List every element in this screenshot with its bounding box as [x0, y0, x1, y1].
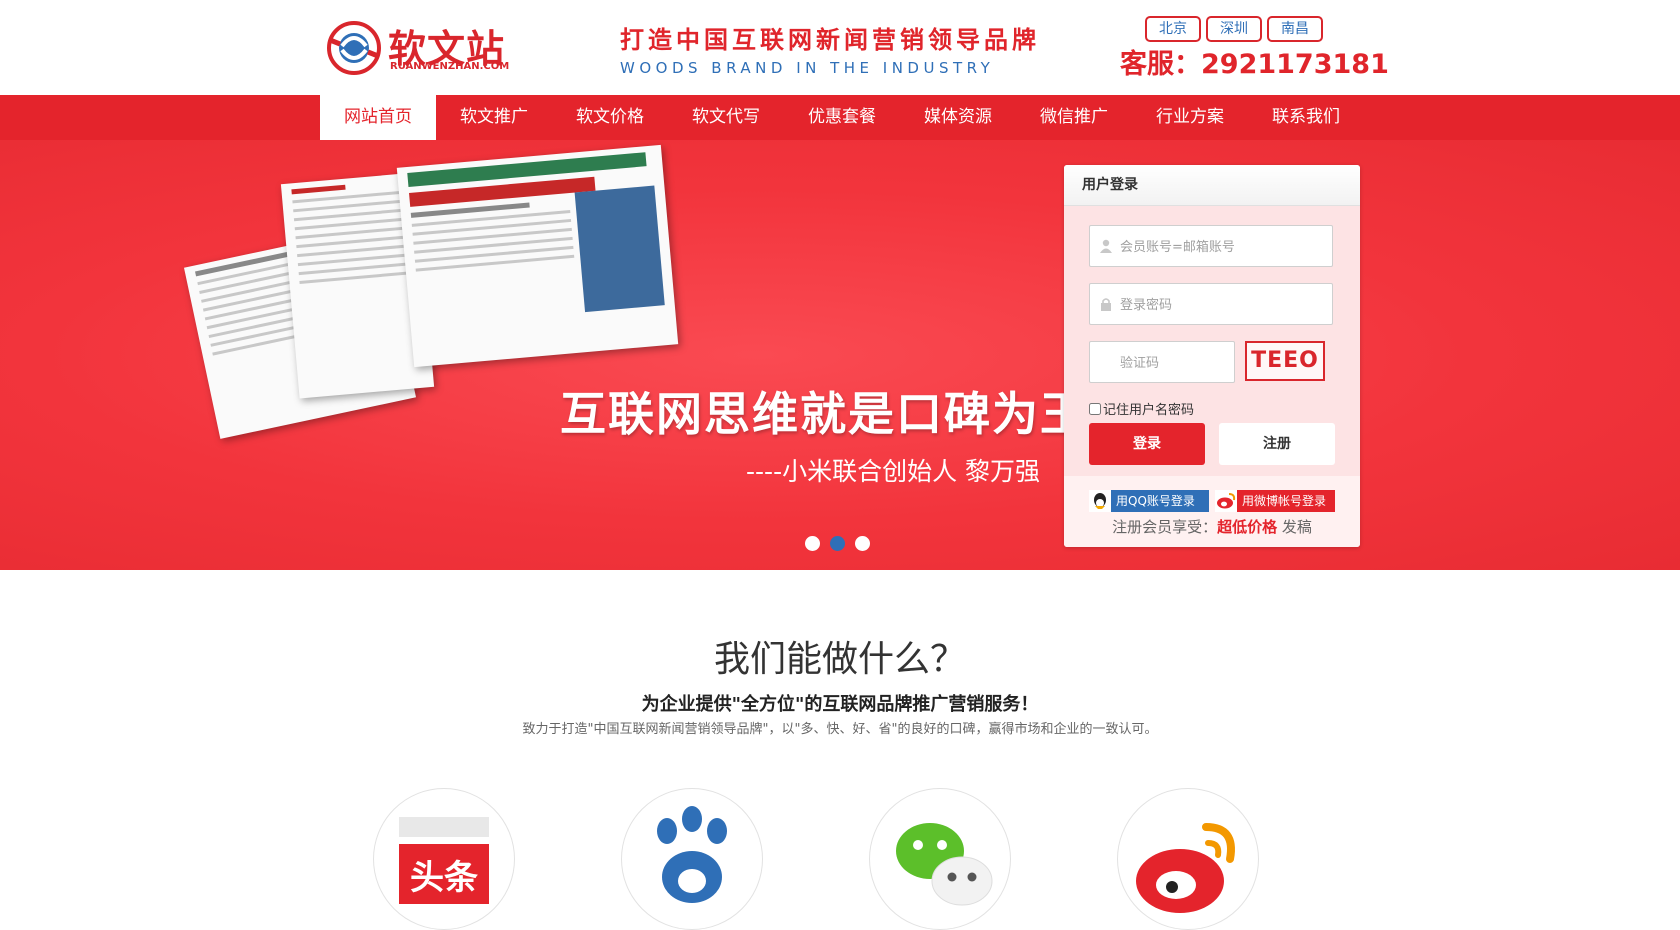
weibo-login-label: 用微博帐号登录 — [1242, 494, 1327, 508]
login-title: 用户登录 — [1064, 165, 1360, 206]
login-panel: 用户登录 TEEO 记住用户名密码 登录 注册 用QQ账号登录 用微博帐号登录 — [1064, 165, 1360, 547]
nav-item-home[interactable]: 网站首页 — [320, 95, 436, 140]
remember-checkbox[interactable] — [1089, 402, 1101, 415]
city-shenzhen[interactable]: 深圳 — [1206, 16, 1262, 42]
promo-suffix: 发稿 — [1277, 518, 1312, 536]
services-title: 我们能做什么？ — [713, 639, 966, 680]
promo-highlight: 超低价格 — [1217, 518, 1278, 536]
service-wechat[interactable] — [869, 788, 1011, 930]
customer-service-hotline: 客服：2921173181 — [1120, 49, 1389, 80]
services-description: 致力于打造"中国互联网新闻营销领导品牌"，以"多、快、好、省"的良好的口碑，赢得… — [522, 722, 1158, 737]
services-subtitle: 为企业提供"全方位"的互联网品牌推广营销服务！ — [641, 694, 1039, 715]
slogan: 打造中国互联网新闻营销领导品牌 WOODS BRAND IN THE INDUS… — [620, 20, 1040, 77]
username-input[interactable] — [1118, 226, 1327, 268]
slogan-english: WOODS BRAND IN THE INDUSTRY — [620, 59, 995, 77]
service-baidu[interactable] — [621, 788, 763, 930]
hero-banner[interactable]: 互联网思维就是口碑为王 ----小米联合创始人 黎万强 — [0, 140, 1680, 570]
baidu-icon — [657, 806, 727, 903]
nav-item-media[interactable]: 媒体资源 — [900, 95, 1016, 140]
wechat-icon — [896, 823, 993, 906]
password-field[interactable] — [1089, 283, 1333, 326]
banner-headline: 互联网思维就是口碑为王 — [560, 387, 1088, 441]
city-nanchang[interactable]: 南昌 — [1267, 16, 1323, 42]
user-icon — [1100, 239, 1112, 253]
carousel-dot-3[interactable] — [855, 536, 870, 551]
qq-login-label: 用QQ账号登录 — [1116, 494, 1195, 508]
service-weibo[interactable] — [1117, 788, 1259, 930]
captcha-field[interactable] — [1089, 341, 1327, 384]
site-header: 软文站 RUANWENZHAN.COM 打造中国互联网新闻营销领导品牌 WOOD… — [0, 0, 1680, 95]
nav-item-solutions[interactable]: 行业方案 — [1132, 95, 1248, 140]
logo-domain: RUANWENZHAN.COM — [390, 61, 510, 72]
nav-list: 网站首页 软文推广 软文价格 软文代写 优惠套餐 媒体资源 微信推广 行业方案 … — [320, 95, 1364, 140]
banner-quote: ----小米联合创始人 黎万强 — [746, 457, 1041, 486]
register-promo: 注册会员享受：超低价格 发稿 — [1064, 516, 1360, 537]
password-input[interactable] — [1118, 284, 1327, 326]
city-beijing[interactable]: 北京 — [1145, 16, 1201, 42]
toutiao-icon: 头条 — [399, 817, 489, 904]
weibo-login-button[interactable]: 用微博帐号登录 — [1215, 490, 1335, 512]
login-button[interactable]: 登录 — [1089, 423, 1205, 465]
slogan-chinese: 打造中国互联网新闻营销领导品牌 — [620, 26, 1040, 54]
site-logo[interactable]: 软文站 RUANWENZHAN.COM — [326, 16, 510, 76]
weibo-small-icon — [1215, 490, 1237, 512]
nav-item-contact[interactable]: 联系我们 — [1248, 95, 1364, 140]
city-links: 北京 深圳 南昌 — [1145, 16, 1323, 42]
carousel-dot-1[interactable] — [805, 536, 820, 551]
register-button[interactable]: 注册 — [1219, 423, 1335, 465]
logo-swirl-icon — [327, 21, 381, 75]
remember-label: 记住用户名密码 — [1103, 403, 1195, 418]
main-nav: 网站首页 软文推广 软文价格 软文代写 优惠套餐 媒体资源 微信推广 行业方案 … — [0, 95, 1680, 140]
nav-item-writing[interactable]: 软文代写 — [668, 95, 784, 140]
remember-me[interactable]: 记住用户名密码 — [1089, 399, 1194, 418]
captcha-image[interactable]: TEEO — [1245, 341, 1325, 381]
nav-item-wechat[interactable]: 微信推广 — [1016, 95, 1132, 140]
nav-item-packages[interactable]: 优惠套餐 — [784, 95, 900, 140]
carousel-dot-2[interactable] — [830, 536, 845, 551]
carousel-dots — [805, 536, 870, 551]
qq-penguin-icon — [1089, 490, 1111, 512]
qq-login-button[interactable]: 用QQ账号登录 — [1089, 490, 1209, 512]
nav-item-promotion[interactable]: 软文推广 — [436, 95, 552, 140]
lock-icon — [1101, 298, 1111, 311]
promo-prefix: 注册会员享受： — [1112, 518, 1218, 536]
newspaper-image-3 — [396, 144, 679, 368]
social-login-area: 用QQ账号登录 用微博帐号登录 注册会员享受：超低价格 发稿 — [1064, 476, 1360, 547]
username-field[interactable] — [1089, 225, 1333, 268]
weibo-icon — [1136, 823, 1235, 913]
service-toutiao[interactable]: 头条 — [373, 788, 515, 930]
nav-item-pricing[interactable]: 软文价格 — [552, 95, 668, 140]
toutiao-label: 头条 — [410, 858, 478, 898]
